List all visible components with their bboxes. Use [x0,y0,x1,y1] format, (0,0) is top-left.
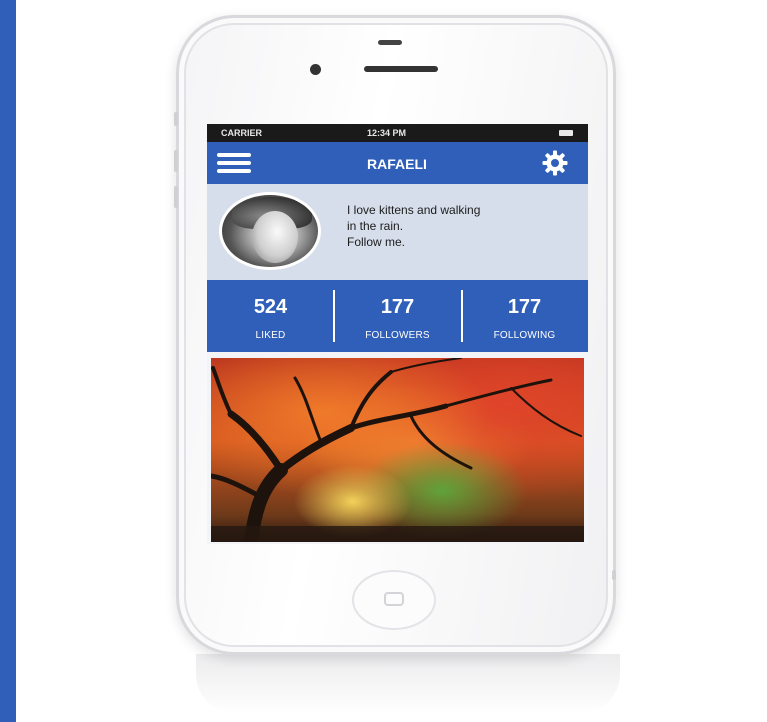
mute-switch [174,112,178,126]
earpiece-speaker [364,66,438,72]
stat-following-value: 177 [507,296,542,318]
stat-followers-value: 177 [380,296,415,318]
stat-followers-label: FOLLOWERS [365,330,430,341]
stats-bar: 524 LIKED 177 FOLLOWERS 177 FOLLOWING [207,280,588,352]
bio-line: Follow me. [347,235,406,249]
status-time: 12:34 PM [367,128,407,138]
stat-liked[interactable]: 524 LIKED [207,280,334,352]
profile-title: RAFAELI [367,156,427,172]
gear-icon[interactable] [541,149,569,177]
post-photo[interactable] [211,358,584,542]
hamburger-menu-icon[interactable] [217,151,251,175]
phone-reflection [196,654,620,714]
battery-icon [559,130,573,136]
stat-following-label: FOLLOWING [493,330,556,341]
stat-followers[interactable]: 177 FOLLOWERS [334,280,461,352]
stat-liked-label: LIKED [255,330,286,341]
avatar[interactable] [219,192,321,270]
bio-line: I love kittens and walking [347,203,481,217]
side-button [612,570,616,580]
front-camera [310,64,321,75]
profile-header: I love kittens and walking in the rain. … [207,184,588,280]
proximity-sensor [378,40,402,45]
avatar-face [252,211,298,263]
profile-bio: I love kittens and walking in the rain. … [347,202,577,250]
bio-line: in the rain. [347,219,404,233]
tree-branches-illustration [211,358,584,542]
status-bar: CARRIER 12:34 PM [207,124,588,142]
volume-up-button [174,150,178,172]
nav-bar: RAFAELI [207,142,588,184]
stat-liked-value: 524 [253,296,288,318]
left-edge-bar [0,0,16,722]
phone-screen: CARRIER 12:34 PM RAFAELI I love kittens … [207,124,588,544]
home-button-square-icon [384,592,404,606]
volume-down-button [174,186,178,208]
carrier-label: CARRIER [221,128,263,138]
stat-following[interactable]: 177 FOLLOWING [461,280,588,352]
